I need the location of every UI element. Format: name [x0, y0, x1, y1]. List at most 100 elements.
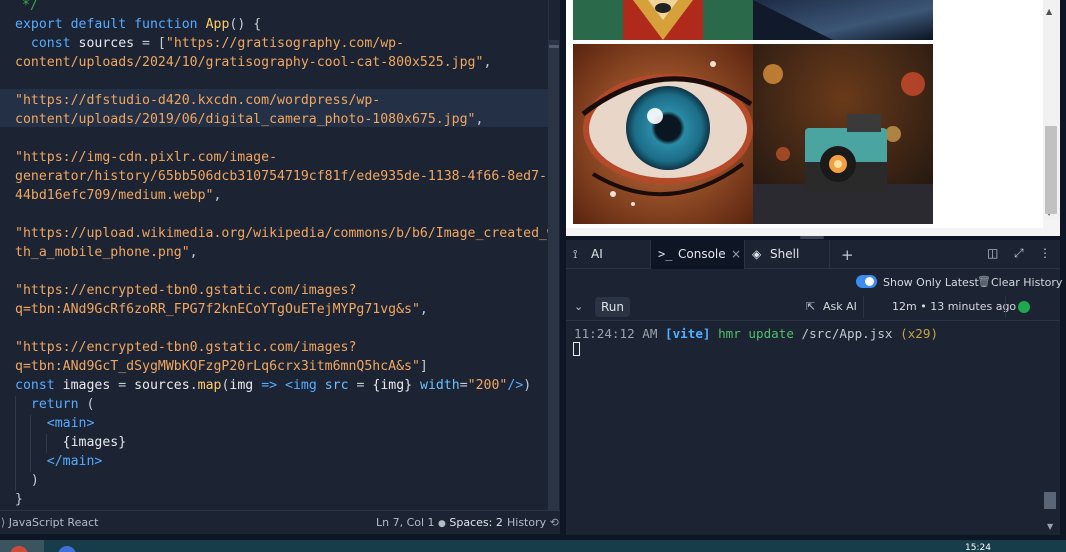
dot-icon: ●: [438, 519, 446, 529]
run-status-indicator: [1018, 301, 1030, 313]
code-token: ,: [189, 245, 198, 260]
code-token: export default function: [15, 17, 206, 32]
tab-shell[interactable]: ◈ Shell: [745, 240, 829, 269]
toggle-knob: [865, 277, 874, 286]
code-token: ,: [483, 55, 492, 70]
code-token: ): [523, 378, 532, 393]
code-token: }: [15, 492, 23, 507]
console-cursor[interactable]: [573, 342, 580, 356]
taskbar-clock: 15:24: [965, 543, 991, 552]
code-token: />: [507, 378, 524, 393]
language-indicator[interactable]: ⟩ JavaScript React: [1, 516, 98, 529]
code-token: =: [110, 378, 135, 393]
run-button[interactable]: Run: [595, 297, 630, 317]
code-line: q=tbn:ANd9GcT_dSygMWbKQFzgP20rLq6crx3itm…: [15, 357, 428, 376]
code-token: "https://img-cdn.pixlr.com/image-: [15, 150, 278, 165]
console-icon: >_: [658, 247, 673, 261]
trash-icon[interactable]: 🗑: [977, 275, 991, 288]
chevron-down-icon[interactable]: ⌄: [574, 300, 583, 313]
code-line: </main>: [15, 452, 103, 471]
code-token: = [: [134, 36, 166, 51]
split-pane-icon[interactable]: ◫: [987, 246, 998, 260]
code-line: const images = sources.map(img => <img s…: [15, 376, 531, 395]
code-line: content/uploads/2024/10/gratisography-co…: [15, 53, 491, 72]
code-token: ,: [419, 302, 428, 317]
code-token: ): [15, 473, 39, 488]
os-taskbar: [0, 540, 1066, 552]
last-run-info: 12m • 13 minutes ago: [892, 300, 1017, 313]
code-token: "200": [467, 378, 508, 393]
webview-scrollbar-thumb[interactable]: [1045, 126, 1057, 214]
editor-scrollbar-marker: [549, 45, 559, 48]
code-editor[interactable]: */ export default function App() { const …: [0, 0, 560, 510]
code-line: "https://encrypted-tbn0.gstatic.com/imag…: [15, 338, 356, 357]
code-token: {img}: [372, 378, 413, 393]
pane-resize-handle[interactable]: [800, 236, 824, 239]
code-line: export default function App() {: [15, 15, 261, 34]
code-token: "https://dfstudio-d420.kxcdn.com/wordpre…: [15, 93, 381, 108]
code-line: const sources = ["https://gratisography.…: [15, 34, 404, 53]
code-token: (: [86, 397, 95, 412]
show-only-latest-label: Show Only Latest: [883, 276, 979, 289]
more-options-icon[interactable]: ⋮: [1039, 246, 1051, 260]
scroll-up-arrow-icon[interactable]: ▲: [1046, 7, 1052, 16]
code-token: */: [22, 0, 38, 13]
code-token: "https://encrypted-tbn0.gstatic.com/imag…: [15, 283, 357, 298]
code-token: th_a_mobile_phone.png": [15, 245, 190, 260]
code-token: </main>: [15, 454, 103, 469]
code-token: <main>: [15, 416, 95, 431]
webview-preview[interactable]: [566, 0, 1043, 228]
code-line: generator/history/65bb506dcb310754719cf8…: [15, 167, 547, 186]
code-area[interactable]: */ export default function App() { const …: [0, 0, 560, 510]
code-token: 44bd16efc709/medium.webp": [15, 188, 214, 203]
indentation-setting[interactable]: ● Spaces: 2: [438, 516, 503, 529]
preview-image-cat: [573, 0, 753, 40]
cursor-position[interactable]: Ln 7, Col 1: [376, 516, 435, 529]
ai-icon: ⟟: [573, 247, 578, 261]
code-token: {images}: [15, 435, 127, 450]
code-token: App: [205, 17, 230, 32]
code-token: src: [324, 378, 349, 393]
shell-icon: ◈: [752, 247, 762, 261]
history-icon: ⟲: [549, 516, 559, 529]
console-scrollbar-thumb[interactable]: [1044, 492, 1056, 509]
code-token: <img: [285, 378, 325, 393]
code-line: */: [22, 0, 38, 15]
code-token: sources: [78, 36, 135, 51]
code-token: "https://encrypted-tbn0.gstatic.com/imag…: [15, 340, 357, 355]
close-tab-icon[interactable]: ×: [731, 247, 741, 261]
code-token: () {: [229, 17, 262, 32]
code-line: "https://upload.wikimedia.org/wikipedia/…: [15, 224, 560, 243]
code-token: generator/history/65bb506dcb310754719cf8…: [15, 169, 547, 184]
code-token: width: [412, 378, 460, 393]
tab-ai[interactable]: ⟟ AI: [566, 240, 650, 269]
history-button[interactable]: History ⟲: [507, 516, 559, 529]
code-token: q=tbn:ANd9GcRf6zoRR_FPG7f2knECoYTgOuETej…: [15, 302, 420, 317]
code-line: <main>: [15, 414, 95, 433]
code-line: "https://dfstudio-d420.kxcdn.com/wordpre…: [15, 91, 380, 110]
code-token: content/uploads/2019/06/digital_camera_p…: [15, 112, 476, 127]
code-line: "https://img-cdn.pixlr.com/image-: [15, 148, 277, 167]
tab-console[interactable]: >_ Console ×: [651, 240, 744, 269]
code-token: =: [459, 378, 468, 393]
code-line: content/uploads/2019/06/digital_camera_p…: [15, 110, 483, 129]
preview-image-eye: [573, 44, 753, 224]
editor-scrollbar-thumb[interactable]: [549, 40, 559, 510]
console-scroll-down-icon[interactable]: ▼: [1047, 522, 1053, 531]
code-token: return: [15, 397, 87, 412]
maximize-icon[interactable]: ⤢: [1014, 246, 1024, 261]
ask-ai-icon: ⇱: [806, 300, 816, 313]
clear-history-button[interactable]: Clear History: [991, 276, 1062, 289]
code-line: q=tbn:ANd9GcRf6zoRR_FPG7f2knECoYTgOuETej…: [15, 300, 428, 319]
code-brackets-icon: ⟩: [1, 516, 6, 529]
code-token: ,: [213, 188, 222, 203]
new-tab-plus-icon[interactable]: +: [841, 246, 854, 264]
code-token: "https://gratisography.com/wp-: [165, 36, 405, 51]
toolbar-divider: [863, 296, 864, 318]
toolbar-divider: [1005, 296, 1006, 318]
code-token: img: [229, 378, 254, 393]
code-token: ]: [419, 359, 428, 374]
code-line: }: [15, 490, 23, 509]
code-line: return (: [15, 395, 95, 414]
ask-ai-button[interactable]: Ask AI: [823, 300, 857, 313]
